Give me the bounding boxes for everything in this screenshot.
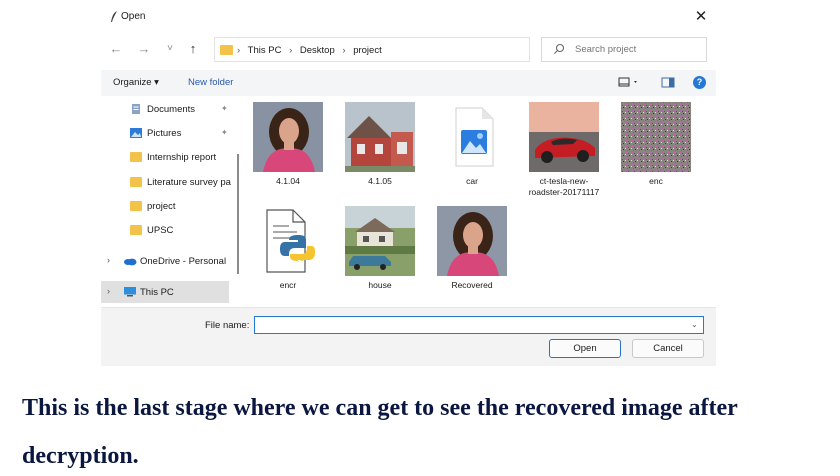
open-file-dialog: Open ✕ ← → ˅ ↑ › This PC › Desktop › pro… xyxy=(101,0,716,366)
file-name: ct-tesla-new-roadster-20171117 xyxy=(528,176,600,197)
cancel-button[interactable]: Cancel xyxy=(632,339,704,358)
footer-panel: File name: ⌄ Open Cancel xyxy=(101,307,716,366)
house-thumbnail xyxy=(345,102,415,172)
sidebar-item-label: Literature survey pa xyxy=(147,177,231,188)
folder-icon xyxy=(130,201,142,211)
image-file-icon xyxy=(455,107,494,167)
breadcrumb-desktop[interactable]: Desktop xyxy=(300,45,335,56)
sidebar-item-pictures[interactable]: Pictures ✦ xyxy=(101,122,229,144)
file-name-input[interactable] xyxy=(254,316,704,334)
sidebar-item-label: Documents xyxy=(147,104,196,115)
search-input[interactable] xyxy=(541,37,707,62)
sidebar-scrollbar[interactable] xyxy=(237,154,239,274)
expand-chevron-icon[interactable]: › xyxy=(107,255,110,265)
sidebar-item-label: project xyxy=(147,201,176,212)
sidebar-item-documents[interactable]: Documents ✦ xyxy=(101,98,229,120)
folder-icon xyxy=(130,177,142,187)
breadcrumb: › This PC › Desktop › project xyxy=(237,45,387,56)
sidebar-item-project[interactable]: project xyxy=(101,195,229,217)
sidebar-item-label: OneDrive - Personal xyxy=(140,256,227,267)
preview-pane-icon[interactable] xyxy=(661,76,675,89)
file-tile-car[interactable]: car xyxy=(427,96,517,201)
onedrive-icon xyxy=(124,258,137,266)
portrait-thumbnail xyxy=(437,206,507,276)
folder-icon xyxy=(130,225,142,235)
pin-icon: ✦ xyxy=(221,104,228,113)
file-name: car xyxy=(466,176,478,186)
sidebar-item-upsc[interactable]: UPSC xyxy=(101,219,229,241)
folder-icon xyxy=(130,152,142,162)
file-tile-enc[interactable]: enc xyxy=(611,96,701,201)
pictures-icon xyxy=(130,128,142,138)
address-bar[interactable]: › This PC › Desktop › project ⌄ ↻ xyxy=(214,37,631,62)
sidebar-item-this-pc[interactable]: › This PC xyxy=(101,281,229,303)
file-name: house xyxy=(368,280,392,290)
file-tile-4-1-05[interactable]: 4.1.05 xyxy=(335,96,425,201)
help-button[interactable]: ? xyxy=(693,76,706,89)
file-name: enc xyxy=(649,176,663,186)
close-button[interactable]: ✕ xyxy=(690,6,712,28)
breadcrumb-this-pc[interactable]: This PC xyxy=(248,45,282,56)
recent-locations-button[interactable]: ˅ xyxy=(161,39,179,59)
house-thumbnail xyxy=(345,206,415,276)
back-button[interactable]: ← xyxy=(107,39,125,59)
command-bar: Organize ▾ New folder ? xyxy=(101,70,716,96)
forward-button[interactable]: → xyxy=(135,39,153,59)
file-tile-encr[interactable]: encr xyxy=(243,200,333,305)
sidebar-item-label: UPSC xyxy=(147,225,174,236)
file-tile-house[interactable]: house xyxy=(335,200,425,305)
python-file-icon xyxy=(266,209,315,273)
pc-icon xyxy=(124,287,136,297)
breadcrumb-separator: › xyxy=(289,45,293,56)
sidebar-item-literature-survey[interactable]: Literature survey pa xyxy=(101,171,231,193)
navigation-pane: Documents ✦ Pictures ✦ Internship report… xyxy=(101,96,241,306)
file-tile-4-1-04[interactable]: 4.1.04 xyxy=(243,96,333,201)
breadcrumb-separator: › xyxy=(237,45,241,56)
file-grid: 4.1.04 4.1.05 car ct-tesla-new-roadster-… xyxy=(243,96,713,306)
dialog-title: Open xyxy=(121,11,146,22)
search-icon xyxy=(554,43,565,54)
breadcrumb-separator: › xyxy=(342,45,346,56)
sidebar-item-label: Pictures xyxy=(147,128,182,139)
title-bar: Open ✕ xyxy=(101,0,716,34)
documents-icon xyxy=(132,104,140,114)
file-name-label: File name: xyxy=(205,320,250,331)
expand-chevron-icon[interactable]: › xyxy=(107,286,110,296)
view-options-icon[interactable] xyxy=(618,76,640,89)
file-name: Recovered xyxy=(451,280,493,290)
open-button[interactable]: Open xyxy=(549,339,621,358)
file-name: encr xyxy=(279,280,297,290)
portrait-thumbnail xyxy=(253,102,323,172)
new-folder-button[interactable]: New folder xyxy=(188,77,233,88)
feather-icon xyxy=(111,11,117,22)
folder-icon xyxy=(220,45,233,55)
sidebar-item-internship-report[interactable]: Internship report xyxy=(101,146,229,168)
chevron-down-icon[interactable]: ⌄ xyxy=(691,320,698,329)
sidebar-item-label: Internship report xyxy=(147,152,217,163)
sidebar-item-onedrive[interactable]: › OneDrive - Personal xyxy=(101,250,229,272)
car-thumbnail xyxy=(529,102,599,172)
noise-thumbnail xyxy=(621,102,691,172)
breadcrumb-project[interactable]: project xyxy=(353,45,382,56)
organize-button[interactable]: Organize ▾ xyxy=(113,77,159,88)
navigation-bar: ← → ˅ ↑ › This PC › Desktop › project ⌄ … xyxy=(101,36,716,64)
file-name: 4.1.05 xyxy=(368,176,392,186)
up-button[interactable]: ↑ xyxy=(184,39,202,59)
sidebar-item-label: This PC xyxy=(140,287,174,298)
file-name: 4.1.04 xyxy=(276,176,300,186)
file-tile-tesla[interactable]: ct-tesla-new-roadster-20171117 xyxy=(519,96,609,201)
pin-icon: ✦ xyxy=(221,128,228,137)
file-tile-recovered[interactable]: Recovered xyxy=(427,200,517,305)
caption-text: This is the last stage where we can get … xyxy=(22,395,738,469)
